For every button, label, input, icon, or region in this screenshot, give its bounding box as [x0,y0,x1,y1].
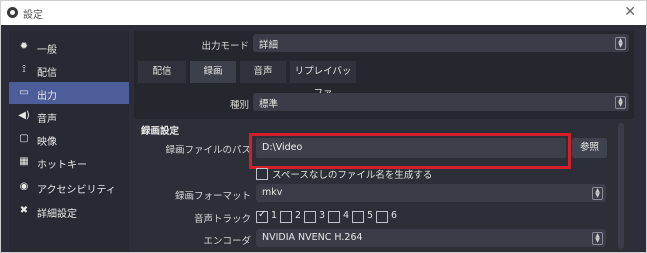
tab-audio[interactable]: 音声 [240,61,286,83]
output-mode-value: 詳細 [259,40,279,51]
sidebar-item-advanced[interactable]: ✖ 詳細設定 [9,200,129,222]
close-icon[interactable]: ✕ [624,4,636,20]
no-space-filename-checkbox[interactable] [256,168,268,180]
highlight-box [249,133,571,169]
audio-track-label: 音声トラック [193,214,251,225]
tab-recording[interactable]: 録画 [190,61,236,83]
recording-path-label: 録画ファイルのパス [165,145,251,156]
chevron-updown-icon: ▲ ▼ [592,187,603,200]
sidebar-item-hotkeys[interactable]: ▦ ホットキー [9,151,129,173]
title-bar: 設定 ✕ [1,1,646,25]
audio-track-3-label: 3 [319,210,326,221]
encoder-select[interactable]: NVIDIA NVENC H.264 ▲ ▼ [256,229,606,247]
output-mode-select[interactable]: 詳細 ▲ ▼ [253,34,629,52]
audio-track-6-checkbox[interactable] [376,211,388,223]
sidebar-item-label: ホットキー [37,160,87,171]
tab-replay-buffer[interactable]: リプレイバッファ [290,61,356,99]
chevron-updown-icon: ▲ ▼ [615,96,626,109]
sidebar-item-video[interactable]: ▢ 映像 [9,128,129,150]
tools-icon: ✖ [19,205,29,216]
sidebar-item-audio[interactable]: ◀) 音声 [9,105,129,127]
audio-track-1-checkbox[interactable] [256,209,268,223]
settings-window: 設定 ✕ ✹ 一般 ⟟ 配信 ▭ 出力 ◀) 音声 ▢ 映像 ▦ ホットキー ◉ [0,0,647,253]
audio-track-2-label: 2 [295,210,302,221]
settings-content: 出力モード 詳細 ▲▼ 配信 録画 音声 リプレイバッファ 種別 標準 ▲▼ 録… [134,31,634,252]
sidebar-item-label: 映像 [37,137,57,148]
output-mode-label: 出力モード [201,41,249,52]
sidebar-item-label: 配信 [37,68,57,79]
audio-track-5-checkbox[interactable] [352,211,364,223]
chevron-updown-icon: ▲ ▼ [615,37,626,50]
sidebar-item-label: 一般 [37,45,57,56]
recording-format-label: 録画フォーマット [174,191,251,202]
sidebar-item-label: アクセシビリティ [37,185,116,196]
sidebar-item-label: 出力 [37,91,57,102]
sidebar-item-label: 音声 [37,114,57,125]
window-title: 設定 [23,10,43,21]
antenna-icon: ⟟ [22,64,26,75]
audio-track-2-checkbox[interactable] [280,211,292,223]
audio-track-6-label: 6 [391,210,398,221]
audio-track-5-label: 5 [367,210,374,221]
obs-logo-icon [7,7,18,18]
recording-format-value: mkv [262,187,283,198]
sidebar: ✹ 一般 ⟟ 配信 ▭ 出力 ◀) 音声 ▢ 映像 ▦ ホットキー ◉ アクセシ… [9,31,129,252]
gear-icon: ✹ [19,41,29,52]
no-space-filename-label: スペースなしのファイル名を生成する [272,170,433,181]
panel-scrollbar[interactable] [618,123,624,249]
monitor-icon: ▢ [19,133,29,144]
audio-track-4-checkbox[interactable] [328,211,340,223]
audio-track-3-checkbox[interactable] [304,211,316,223]
recording-settings-panel: 録画設定 録画ファイルのパス D:\Video 参照 スペースなしのファイル名を… [134,119,634,252]
type-value: 標準 [259,99,279,110]
speaker-icon: ◀) [18,110,30,121]
output-icon: ▭ [19,87,29,98]
audio-track-1-label: 1 [271,210,278,221]
recording-section-title: 録画設定 [141,126,180,137]
tab-stream[interactable]: 配信 [138,61,186,83]
recording-format-select[interactable]: mkv ▲ ▼ [256,184,606,202]
encoder-value: NVIDIA NVENC H.264 [262,232,363,243]
audio-track-4-label: 4 [343,210,350,221]
browse-button[interactable]: 参照 [572,138,607,158]
encoder-label: エンコーダ [203,236,251,247]
sidebar-item-stream[interactable]: ⟟ 配信 [9,59,129,81]
accessibility-icon: ◉ [19,181,29,192]
type-label: 種別 [229,100,249,111]
type-select[interactable]: 標準 ▲ ▼ [253,93,629,111]
sidebar-item-label: 詳細設定 [37,209,77,220]
keyboard-icon: ▦ [19,156,29,167]
sidebar-item-output[interactable]: ▭ 出力 [9,82,129,104]
sidebar-item-general[interactable]: ✹ 一般 [9,36,129,58]
chevron-updown-icon: ▲ ▼ [592,232,603,245]
sidebar-item-accessibility[interactable]: ◉ アクセシビリティ [9,176,129,198]
